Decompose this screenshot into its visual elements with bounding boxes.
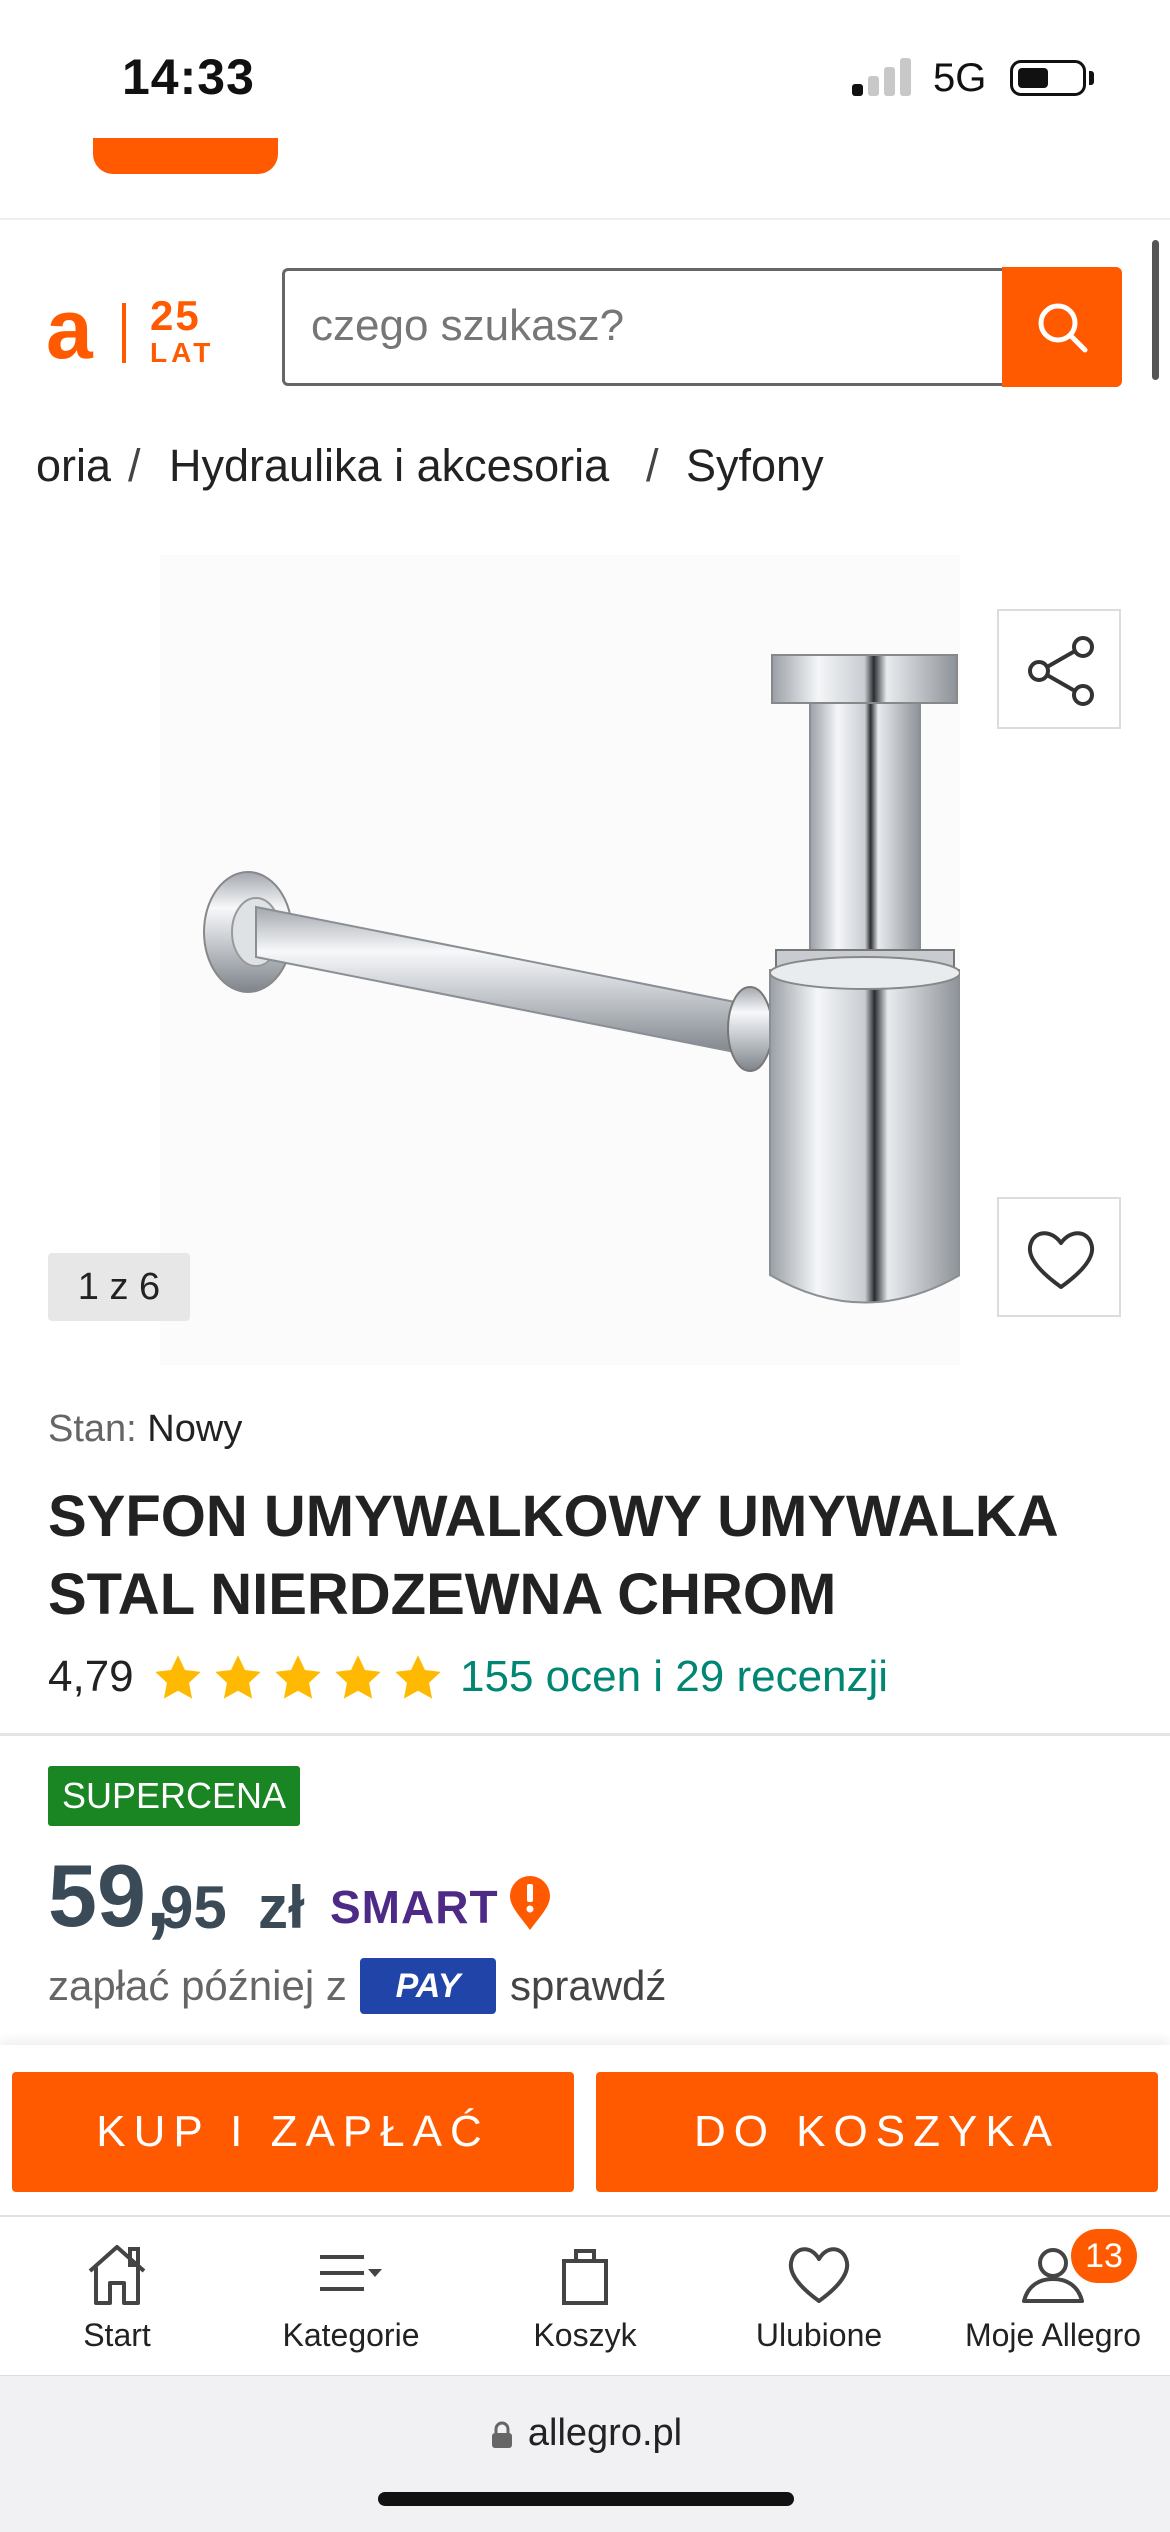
logo-anniversary-number: 25: [150, 292, 201, 339]
allegro-logo[interactable]: a 25 LAT: [46, 287, 226, 375]
product-title: SYFON UMYWALKOWY UMYWALKA STAL NIERDZEWN…: [48, 1478, 1128, 1634]
pay-badge: PAY: [360, 1958, 496, 2014]
bag-icon: [562, 2249, 608, 2305]
pay-later-check-link[interactable]: sprawdź: [510, 1962, 666, 2010]
rating-row: 4,79 155 ocen i 29 recenzji: [48, 1652, 1148, 1712]
favorite-button[interactable]: [997, 1197, 1121, 1317]
product-image[interactable]: [160, 555, 960, 1365]
share-button[interactable]: [997, 609, 1121, 729]
nav-item-koszyk[interactable]: Koszyk: [468, 2217, 702, 2377]
nav-label-start: Start: [83, 2317, 151, 2353]
notification-badge: 13: [1071, 2229, 1137, 2283]
reviews-link[interactable]: 155 ocen i 29 recenzji: [460, 1652, 888, 1702]
nav-label-moje-allegro: Moje Allegro: [964, 2317, 1142, 2353]
signal-icon: [852, 58, 912, 96]
smart-alert-icon: [510, 1876, 550, 1930]
network-label: 5G: [933, 56, 987, 100]
price-currency: zł: [258, 1874, 305, 1941]
logo-separator: [122, 303, 126, 363]
action-bar: KUP I ZAPŁAĆ DO KOSZYKA: [0, 2045, 1170, 2215]
breadcrumb-item-parent[interactable]: oria: [36, 440, 111, 492]
status-bar: 14:33 5G: [0, 0, 1170, 150]
status-time: 14:33: [122, 49, 255, 105]
star-icon: [215, 1655, 261, 1699]
battery-icon: [1010, 60, 1086, 96]
battery-tip: [1089, 71, 1094, 85]
header: a 25 LAT: [0, 220, 1170, 430]
smart-label: SMART: [330, 1881, 499, 1933]
nav-label-koszyk: Koszyk: [533, 2317, 637, 2353]
search-icon: [1038, 303, 1088, 353]
condition-value: Nowy: [147, 1408, 243, 1450]
product-title-line2: STAL NIERDZEWNA CHROM: [48, 1562, 837, 1627]
url-domain: allegro.pl: [527, 2412, 683, 2454]
heart-icon: [1027, 1231, 1095, 1289]
promo-tab[interactable]: [93, 138, 278, 174]
buy-now-button[interactable]: KUP I ZAPŁAĆ: [12, 2072, 574, 2192]
menu-icon: [320, 2255, 382, 2291]
breadcrumb-item-syfony[interactable]: Syfony: [686, 440, 824, 492]
nav-item-ulubione[interactable]: Ulubione: [702, 2217, 936, 2377]
add-to-cart-button[interactable]: DO KOSZYKA: [596, 2072, 1158, 2192]
logo-anniversary-word: LAT: [150, 337, 215, 368]
logo-letter: a: [46, 282, 93, 376]
share-icon: [1028, 636, 1094, 706]
nav-label-ulubione: Ulubione: [755, 2317, 883, 2353]
product-gallery[interactable]: 1 z 6: [0, 555, 1170, 1375]
nav-item-moje-allegro[interactable]: 13 Moje Allegro: [936, 2217, 1170, 2377]
breadcrumb-separator: /: [128, 440, 141, 491]
price-decimal: 95: [160, 1874, 227, 1941]
product-condition: Stan: Nowy: [48, 1408, 242, 1451]
product-title-line1: SYFON UMYWALKOWY UMYWALKA: [48, 1484, 1059, 1549]
pay-later-prefix: zapłać później z: [48, 1962, 347, 2009]
star-icon: [275, 1655, 321, 1699]
star-icon: [335, 1655, 381, 1699]
condition-label: Stan:: [48, 1408, 137, 1450]
search-box[interactable]: [282, 268, 1004, 386]
heart-icon: [788, 2247, 850, 2303]
price-integer: 59,: [48, 1846, 171, 1945]
breadcrumb: oria / Hydraulika i akcesoria / Syfony: [0, 440, 1170, 500]
breadcrumb-separator: /: [646, 440, 659, 491]
breadcrumb-item-hydraulika[interactable]: Hydraulika i akcesoria: [169, 440, 609, 492]
pay-later[interactable]: zapłać później z PAY sprawdź: [48, 1958, 1048, 2022]
browser-url-bar[interactable]: allegro.pl: [0, 2375, 1170, 2532]
rating-stars: [152, 1652, 452, 1708]
home-icon: [88, 2245, 146, 2305]
nav-item-start[interactable]: Start: [0, 2217, 234, 2377]
divider: [0, 1733, 1170, 1736]
star-icon: [155, 1655, 201, 1699]
supercena-badge: SUPERCENA: [48, 1766, 301, 1826]
scrollbar[interactable]: [1152, 240, 1159, 380]
search-input[interactable]: [311, 301, 971, 351]
search-button[interactable]: [1002, 267, 1122, 387]
gallery-counter: 1 z 6: [48, 1253, 190, 1321]
home-indicator[interactable]: [378, 2492, 794, 2506]
nav-label-kategorie: Kategorie: [282, 2317, 420, 2353]
rating-value: 4,79: [48, 1652, 134, 1701]
nav-item-kategorie[interactable]: Kategorie: [234, 2217, 468, 2377]
star-icon: [395, 1655, 441, 1699]
bottom-nav: Start Kategorie Koszyk Ulubione 13 Moje …: [0, 2215, 1170, 2375]
url-text: allegro.pl: [0, 2412, 1170, 2455]
